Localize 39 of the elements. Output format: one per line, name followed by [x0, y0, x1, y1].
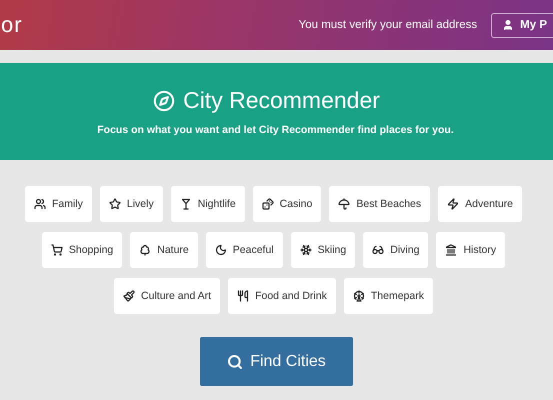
- fork-knife-icon: [237, 290, 250, 302]
- subtitle: Focus on what you want and let City Recommender find places for you.: [97, 124, 454, 136]
- category-tag[interactable]: Family: [24, 186, 92, 222]
- dice-icon: [262, 198, 274, 210]
- find-cities-button[interactable]: Find Cities: [200, 337, 353, 386]
- cocktail-glass-icon: [180, 198, 192, 210]
- user-icon: [502, 19, 514, 31]
- brand-logo: or: [1, 12, 23, 38]
- category-tag[interactable]: Lively: [100, 186, 163, 222]
- category-tag[interactable]: Peaceful: [206, 232, 283, 268]
- museum-icon: [445, 244, 458, 256]
- brush-icon: [123, 290, 136, 302]
- search-icon: [227, 354, 244, 370]
- category-tag[interactable]: Shopping: [42, 232, 122, 268]
- category-tag[interactable]: Nightlife: [170, 186, 245, 222]
- snowflake-icon: [300, 244, 312, 256]
- compass-icon: [153, 90, 176, 112]
- umbrella-icon: [338, 198, 350, 210]
- lightning-icon: [447, 198, 460, 210]
- category-tag[interactable]: History: [436, 232, 506, 268]
- cart-icon: [50, 244, 63, 256]
- category-tag[interactable]: Culture and Art: [114, 278, 220, 314]
- moon-icon: [214, 244, 227, 256]
- tree-icon: [139, 244, 152, 256]
- category-tag[interactable]: Nature: [130, 232, 198, 268]
- verify-email-notice: You must verify your email address: [298, 19, 478, 31]
- account-button[interactable]: My P: [491, 12, 553, 38]
- category-tag[interactable]: Adventure: [438, 186, 522, 222]
- category-tag[interactable]: Themepark: [344, 278, 433, 314]
- category-tag[interactable]: Food and Drink: [228, 278, 336, 314]
- people-icon: [34, 198, 46, 210]
- category-tag[interactable]: Skiing: [290, 232, 356, 268]
- ferris-wheel-icon: [352, 290, 365, 302]
- category-tag[interactable]: Best Beaches: [329, 186, 430, 222]
- star-icon: [108, 198, 121, 210]
- page-title: City Recommender: [183, 87, 380, 114]
- category-tag[interactable]: Diving: [363, 232, 428, 268]
- goggles-icon: [372, 244, 384, 256]
- category-tag[interactable]: Casino: [252, 186, 322, 222]
